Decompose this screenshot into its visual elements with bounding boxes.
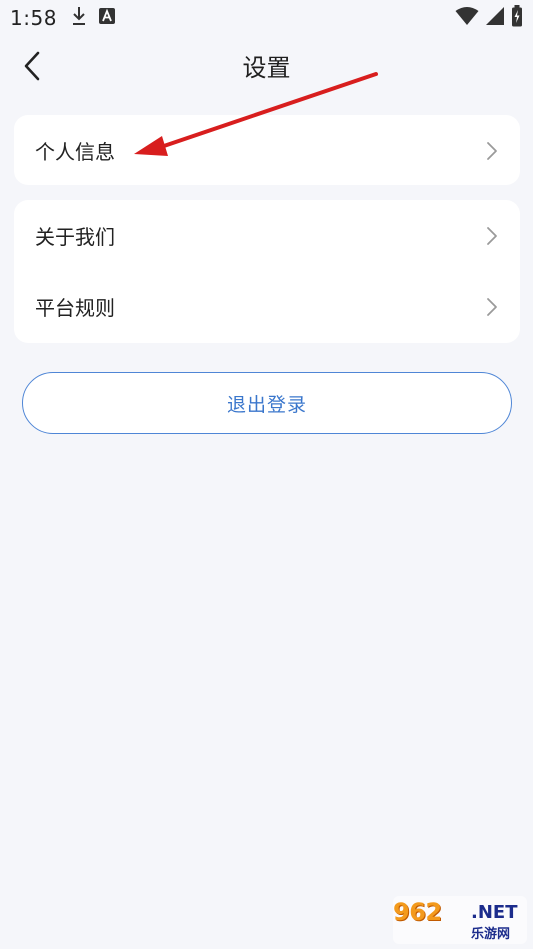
- watermark-logo: 962 .NET 乐游网: [393, 896, 527, 944]
- logout-button[interactable]: 退出登录: [22, 372, 512, 434]
- settings-item-platform-rules[interactable]: 平台规则: [14, 271, 520, 342]
- settings-group-2: 关于我们 平台规则: [14, 200, 520, 343]
- header: 设置: [0, 36, 533, 100]
- battery-icon: [511, 5, 523, 31]
- download-icon: [71, 6, 87, 30]
- app-a-icon: [98, 8, 115, 28]
- status-icons-left: [71, 6, 115, 30]
- status-bar: 1:58: [0, 0, 533, 36]
- page-title: 设置: [242, 54, 291, 82]
- settings-group-1: 个人信息: [14, 115, 520, 185]
- settings-item-label: 关于我们: [35, 225, 115, 249]
- status-time: 1:58: [10, 6, 57, 30]
- signal-icon: [485, 6, 505, 30]
- settings-item-label: 个人信息: [35, 140, 115, 164]
- chevron-right-icon: [486, 297, 498, 317]
- chevron-right-icon: [486, 141, 498, 161]
- settings-item-personal-info[interactable]: 个人信息: [14, 115, 520, 186]
- settings-item-label: 平台规则: [35, 296, 115, 320]
- wifi-icon: [455, 6, 479, 30]
- settings-item-about-us[interactable]: 关于我们: [14, 200, 520, 271]
- chevron-right-icon: [486, 226, 498, 246]
- status-icons-right: [455, 5, 523, 31]
